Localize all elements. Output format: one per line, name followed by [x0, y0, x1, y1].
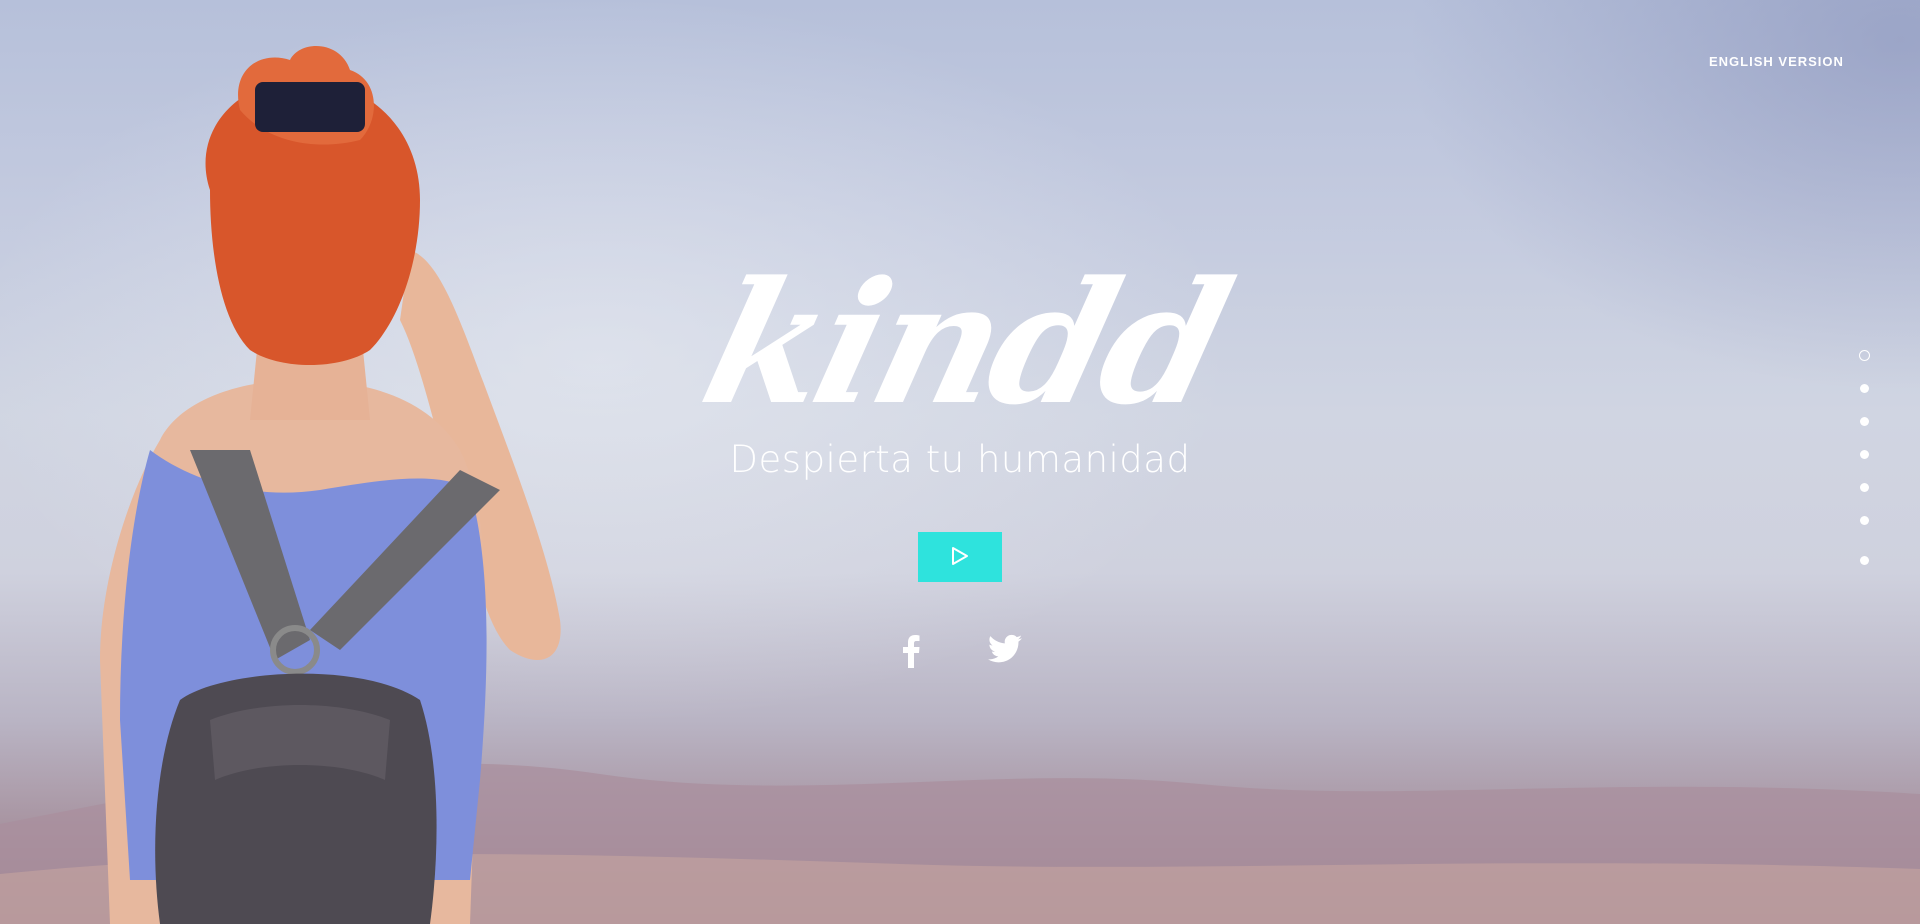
pagination-dot-1[interactable] [1859, 350, 1870, 361]
play-icon [951, 546, 969, 569]
pagination-dot-2[interactable] [1860, 384, 1869, 393]
kindd-logo: kindd [687, 238, 1244, 448]
pagination-dot-6[interactable] [1860, 516, 1869, 525]
pagination-dot-7[interactable] [1860, 556, 1869, 565]
english-version-link[interactable]: ENGLISH VERSION [1709, 54, 1844, 69]
pagination-dot-3[interactable] [1860, 417, 1869, 426]
play-video-button[interactable] [918, 532, 1002, 582]
twitter-icon[interactable] [988, 634, 1022, 668]
logo-text: kindd [686, 244, 1244, 442]
tagline: Despierta tu humanidad [729, 438, 1191, 481]
pagination-dot-4[interactable] [1860, 450, 1869, 459]
hero-woman-image [100, 46, 561, 924]
pagination-dot-5[interactable] [1860, 483, 1869, 492]
facebook-icon[interactable] [902, 634, 920, 672]
